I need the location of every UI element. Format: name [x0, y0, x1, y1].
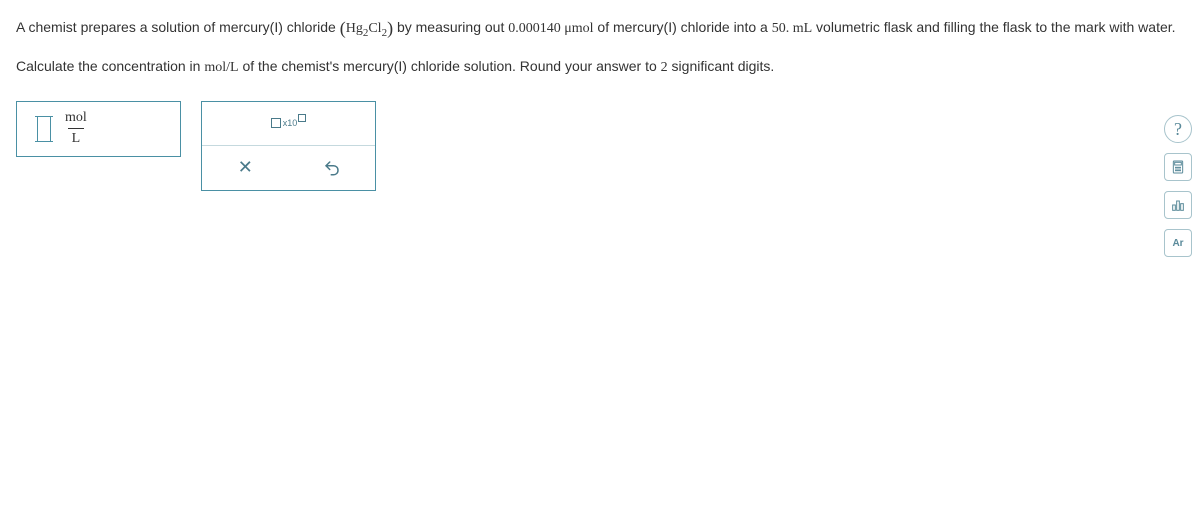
text: volumetric flask and filling the flask t…: [812, 19, 1175, 35]
input-tool-panel: x10 ✕: [201, 101, 376, 191]
sci-mantissa-box: [271, 118, 281, 128]
ar-icon: Ar: [1172, 238, 1183, 249]
cl: Cl: [368, 21, 381, 36]
answer-input-box[interactable]: mol L: [16, 101, 181, 157]
unit-fraction: mol L: [61, 110, 91, 147]
right-tool-sidebar: ? Ar: [1164, 115, 1192, 257]
hg: Hg: [346, 21, 363, 36]
bars-icon: [1170, 197, 1186, 213]
sci-x10-label: x10: [283, 118, 298, 128]
sigfig-count: 2: [661, 60, 668, 75]
text: significant digits.: [668, 58, 775, 74]
answer-area: mol L x10 ✕: [16, 101, 1184, 191]
text: Calculate the concentration in: [16, 58, 204, 74]
problem-paragraph-2: Calculate the concentration in mol/L of …: [16, 54, 1184, 80]
periodic-table-button[interactable]: Ar: [1164, 229, 1192, 257]
text: A chemist prepares a solution of mercury…: [16, 19, 340, 35]
unit-mol-per-l: mol/L: [204, 60, 238, 75]
tool-row-2: ✕: [202, 146, 375, 190]
undo-button[interactable]: [289, 146, 376, 190]
help-icon: ?: [1174, 119, 1182, 140]
data-table-button[interactable]: [1164, 191, 1192, 219]
clear-button[interactable]: ✕: [202, 146, 289, 190]
scientific-notation-button[interactable]: x10: [202, 102, 375, 145]
volume-value: 50. mL: [772, 21, 812, 36]
help-button[interactable]: ?: [1164, 115, 1192, 143]
sci-exponent-box: [298, 114, 306, 122]
answer-input-slot[interactable]: [37, 116, 51, 142]
tool-row-1: x10: [202, 102, 375, 146]
unit-numerator: mol: [61, 110, 91, 128]
text: of the chemist's mercury(I) chloride sol…: [239, 58, 661, 74]
unit-denominator: L: [68, 128, 85, 147]
amount-value: 0.000140 μmol: [508, 21, 593, 36]
text: by measuring out: [393, 19, 508, 35]
undo-icon: [323, 159, 341, 177]
problem-paragraph-1: A chemist prepares a solution of mercury…: [16, 12, 1184, 44]
calculator-button[interactable]: [1164, 153, 1192, 181]
cross-icon: ✕: [238, 157, 253, 178]
sci-notation-icon: x10: [271, 118, 307, 128]
problem-statement: A chemist prepares a solution of mercury…: [16, 12, 1184, 81]
chemical-formula: (Hg2Cl2): [340, 21, 393, 36]
text: of mercury(I) chloride into a: [594, 19, 772, 35]
calculator-icon: [1170, 159, 1186, 175]
